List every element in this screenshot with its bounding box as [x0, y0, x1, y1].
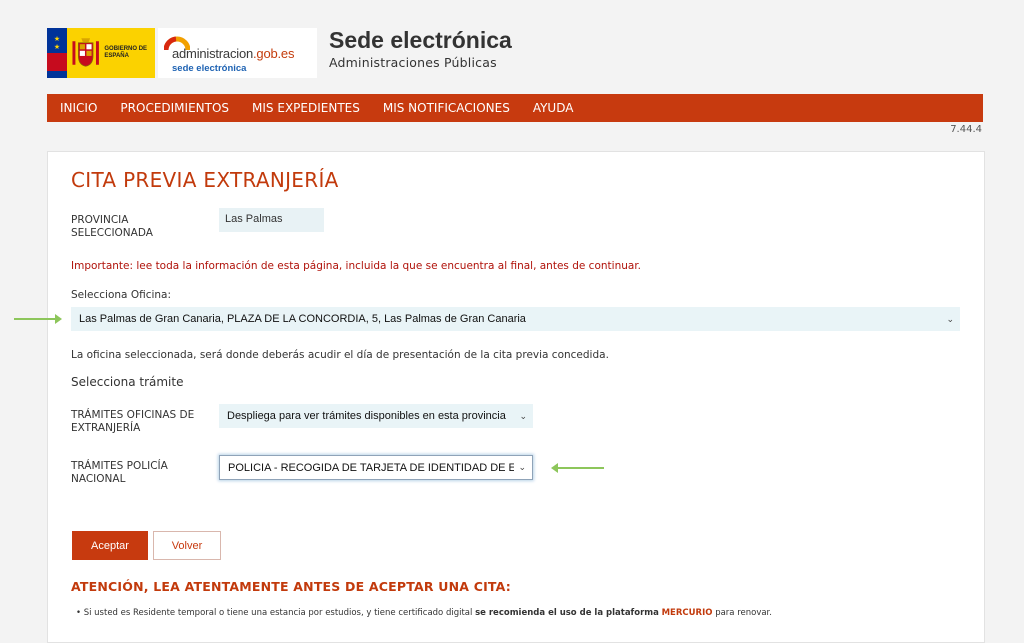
page-title: CITA PREVIA EXTRANJERÍA [71, 168, 339, 192]
arrow-left-icon [551, 463, 604, 473]
police-tramites-select[interactable]: POLICIA - RECOGIDA DE TARJETA DE IDENTID… [219, 455, 533, 480]
office-select-value: Las Palmas de Gran Canaria, PLAZA DE LA … [79, 313, 526, 325]
important-notice: Importante: lee toda la información de e… [71, 260, 642, 272]
nav-ayuda[interactable]: AYUDA [533, 101, 574, 115]
site-title: Sede electrónica [329, 27, 512, 53]
arrow-right-icon [14, 314, 62, 324]
back-button[interactable]: Volver [153, 531, 221, 560]
office-label: Selecciona Oficina: [71, 289, 172, 301]
attention-heading: ATENCIÓN, LEA ATENTAMENTE ANTES DE ACEPT… [71, 579, 511, 594]
police-tramites-label: TRÁMITES POLICÍA NACIONAL [71, 460, 168, 485]
eu-flag-icon: ★ ★ [47, 28, 67, 78]
nav-mis-expedientes[interactable]: MIS EXPEDIENTES [252, 101, 360, 115]
chevron-down-icon: ⌄ [518, 462, 526, 472]
administracion-gob-logo[interactable]: administracion.gob.es sede electrónica [158, 28, 317, 78]
province-label: PROVINCIA SELECCIONADA [71, 214, 153, 239]
main-card [47, 151, 985, 643]
admin-logo-sub: sede electrónica [172, 63, 247, 74]
accept-button[interactable]: Aceptar [72, 531, 148, 560]
main-nav: INICIO PROCEDIMIENTOS MIS EXPEDIENTES MI… [47, 94, 983, 122]
ext-tramites-select-value: Despliega para ver trámites disponibles … [227, 410, 506, 422]
chevron-down-icon: ⌄ [946, 313, 954, 324]
nav-inicio[interactable]: INICIO [60, 101, 97, 115]
mercurio-link[interactable]: MERCURIO [662, 608, 713, 618]
gobierno-logo-text: GOBIERNO DE ESPAÑA [104, 46, 148, 59]
police-tramites-select-value: POLICIA - RECOGIDA DE TARJETA DE IDENTID… [228, 461, 514, 474]
gobierno-espana-logo[interactable]: ★ ★ GOBIERNO DE ESPAÑA [47, 28, 155, 78]
tramite-heading: Selecciona trámite [71, 375, 184, 389]
ext-tramites-select[interactable]: Despliega para ver trámites disponibles … [219, 404, 533, 428]
office-note: La oficina seleccionada, será donde debe… [71, 349, 609, 361]
attention-bullet: • Si usted es Residente temporal o tiene… [76, 608, 772, 618]
nav-procedimientos[interactable]: PROCEDIMIENTOS [120, 101, 229, 115]
province-value: Las Palmas [219, 208, 324, 232]
nav-mis-notificaciones[interactable]: MIS NOTIFICACIONES [383, 101, 510, 115]
version-label: 7.44.4 [950, 124, 982, 135]
admin-logo-main: administracion.gob.es [172, 46, 295, 61]
coat-of-arms-icon [72, 38, 99, 67]
chevron-down-icon: ⌄ [519, 410, 527, 421]
office-select[interactable]: Las Palmas de Gran Canaria, PLAZA DE LA … [71, 307, 960, 331]
ext-tramites-label: TRÁMITES OFICINAS DE EXTRANJERÍA [71, 409, 195, 434]
site-subtitle: Administraciones Públicas [329, 55, 497, 70]
